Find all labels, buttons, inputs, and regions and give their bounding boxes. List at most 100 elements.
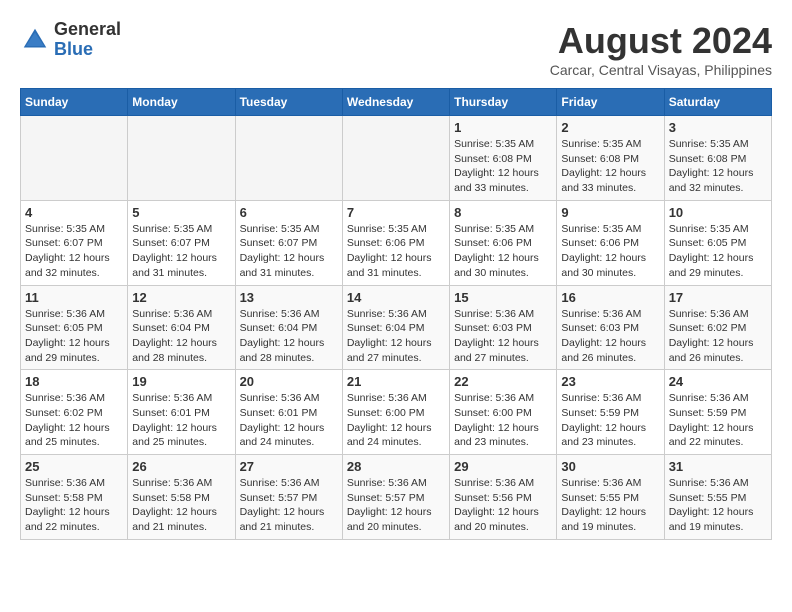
day-number: 16 — [561, 290, 659, 305]
day-info: Sunrise: 5:36 AM Sunset: 6:02 PM Dayligh… — [669, 307, 767, 366]
logo-general-text: General — [54, 20, 121, 40]
calendar-cell: 3 Sunrise: 5:35 AM Sunset: 6:08 PM Daylig… — [664, 116, 771, 201]
calendar-header-sunday: Sunday — [21, 89, 128, 116]
day-info: Sunrise: 5:36 AM Sunset: 6:01 PM Dayligh… — [240, 391, 338, 450]
calendar-cell: 22 Sunrise: 5:36 AM Sunset: 6:00 PM Dayli… — [450, 370, 557, 455]
calendar-cell: 16 Sunrise: 5:36 AM Sunset: 6:03 PM Dayli… — [557, 285, 664, 370]
calendar-cell: 24Sunrise: 5:36 AM Sunset: 5:59 PM Dayli… — [664, 370, 771, 455]
day-number: 6 — [240, 205, 338, 220]
calendar-cell: 21 Sunrise: 5:36 AM Sunset: 6:00 PM Dayli… — [342, 370, 449, 455]
month-title: August 2024 — [550, 20, 772, 62]
calendar-cell: 18 Sunrise: 5:36 AM Sunset: 6:02 PM Dayli… — [21, 370, 128, 455]
calendar-week-row: 11 Sunrise: 5:36 AM Sunset: 6:05 PM Dayli… — [21, 285, 772, 370]
day-info: Sunrise: 5:36 AM Sunset: 6:02 PM Dayligh… — [25, 391, 123, 450]
day-number: 7 — [347, 205, 445, 220]
day-info: Sunrise: 5:36 AM Sunset: 5:57 PM Dayligh… — [347, 476, 445, 535]
day-number: 12 — [132, 290, 230, 305]
day-info: Sunrise: 5:36 AM Sunset: 5:56 PM Dayligh… — [454, 476, 552, 535]
day-number: 31 — [669, 459, 767, 474]
calendar-cell: 2 Sunrise: 5:35 AM Sunset: 6:08 PM Daylig… — [557, 116, 664, 201]
calendar-cell: 14 Sunrise: 5:36 AM Sunset: 6:04 PM Dayli… — [342, 285, 449, 370]
calendar-cell: 10 Sunrise: 5:35 AM Sunset: 6:05 PM Dayli… — [664, 200, 771, 285]
day-info: Sunrise: 5:35 AM Sunset: 6:07 PM Dayligh… — [25, 222, 123, 281]
day-info: Sunrise: 5:35 AM Sunset: 6:06 PM Dayligh… — [454, 222, 552, 281]
day-info: Sunrise: 5:36 AM Sunset: 6:04 PM Dayligh… — [240, 307, 338, 366]
calendar-cell — [21, 116, 128, 201]
day-info: Sunrise: 5:35 AM Sunset: 6:05 PM Dayligh… — [669, 222, 767, 281]
calendar-cell — [235, 116, 342, 201]
day-info: Sunrise: 5:35 AM Sunset: 6:07 PM Dayligh… — [132, 222, 230, 281]
day-number: 9 — [561, 205, 659, 220]
day-info: Sunrise: 5:36 AM Sunset: 6:05 PM Dayligh… — [25, 307, 123, 366]
day-number: 3 — [669, 120, 767, 135]
calendar-week-row: 18 Sunrise: 5:36 AM Sunset: 6:02 PM Dayli… — [21, 370, 772, 455]
calendar-table: SundayMondayTuesdayWednesdayThursdayFrid… — [20, 88, 772, 540]
day-info: Sunrise: 5:36 AM Sunset: 5:58 PM Dayligh… — [132, 476, 230, 535]
calendar-cell: 25Sunrise: 5:36 AM Sunset: 5:58 PM Dayli… — [21, 455, 128, 540]
day-info: Sunrise: 5:36 AM Sunset: 6:00 PM Dayligh… — [454, 391, 552, 450]
day-number: 25 — [25, 459, 123, 474]
day-number: 30 — [561, 459, 659, 474]
logo-icon — [20, 25, 50, 55]
day-number: 5 — [132, 205, 230, 220]
day-info: Sunrise: 5:36 AM Sunset: 5:55 PM Dayligh… — [561, 476, 659, 535]
calendar-header-saturday: Saturday — [664, 89, 771, 116]
calendar-cell: 27Sunrise: 5:36 AM Sunset: 5:57 PM Dayli… — [235, 455, 342, 540]
day-number: 17 — [669, 290, 767, 305]
calendar-cell: 9Sunrise: 5:35 AM Sunset: 6:06 PM Daylig… — [557, 200, 664, 285]
calendar-cell: 7 Sunrise: 5:35 AM Sunset: 6:06 PM Daylig… — [342, 200, 449, 285]
calendar-header-monday: Monday — [128, 89, 235, 116]
calendar-cell: 19 Sunrise: 5:36 AM Sunset: 6:01 PM Dayli… — [128, 370, 235, 455]
calendar-cell: 29 Sunrise: 5:36 AM Sunset: 5:56 PM Dayli… — [450, 455, 557, 540]
calendar-cell: 15Sunrise: 5:36 AM Sunset: 6:03 PM Dayli… — [450, 285, 557, 370]
day-info: Sunrise: 5:35 AM Sunset: 6:08 PM Dayligh… — [561, 137, 659, 196]
calendar-header-tuesday: Tuesday — [235, 89, 342, 116]
day-number: 10 — [669, 205, 767, 220]
calendar-cell: 20Sunrise: 5:36 AM Sunset: 6:01 PM Dayli… — [235, 370, 342, 455]
day-number: 4 — [25, 205, 123, 220]
calendar-cell: 23 Sunrise: 5:36 AM Sunset: 5:59 PM Dayli… — [557, 370, 664, 455]
day-number: 22 — [454, 374, 552, 389]
calendar-cell: 1 Sunrise: 5:35 AM Sunset: 6:08 PM Daylig… — [450, 116, 557, 201]
calendar-cell: 31 Sunrise: 5:36 AM Sunset: 5:55 PM Dayli… — [664, 455, 771, 540]
calendar-week-row: 4 Sunrise: 5:35 AM Sunset: 6:07 PM Daylig… — [21, 200, 772, 285]
day-number: 13 — [240, 290, 338, 305]
day-info: Sunrise: 5:36 AM Sunset: 6:04 PM Dayligh… — [347, 307, 445, 366]
day-number: 18 — [25, 374, 123, 389]
day-number: 2 — [561, 120, 659, 135]
calendar-header-thursday: Thursday — [450, 89, 557, 116]
calendar-cell: 12 Sunrise: 5:36 AM Sunset: 6:04 PM Dayli… — [128, 285, 235, 370]
calendar-header-wednesday: Wednesday — [342, 89, 449, 116]
title-area: August 2024 Carcar, Central Visayas, Phi… — [550, 20, 772, 78]
logo-blue-text: Blue — [54, 40, 121, 60]
day-info: Sunrise: 5:36 AM Sunset: 6:03 PM Dayligh… — [561, 307, 659, 366]
day-info: Sunrise: 5:36 AM Sunset: 5:59 PM Dayligh… — [669, 391, 767, 450]
day-info: Sunrise: 5:35 AM Sunset: 6:07 PM Dayligh… — [240, 222, 338, 281]
day-info: Sunrise: 5:36 AM Sunset: 6:00 PM Dayligh… — [347, 391, 445, 450]
calendar-cell: 28 Sunrise: 5:36 AM Sunset: 5:57 PM Dayli… — [342, 455, 449, 540]
day-info: Sunrise: 5:35 AM Sunset: 6:08 PM Dayligh… — [454, 137, 552, 196]
day-info: Sunrise: 5:36 AM Sunset: 6:01 PM Dayligh… — [132, 391, 230, 450]
calendar-cell: 4 Sunrise: 5:35 AM Sunset: 6:07 PM Daylig… — [21, 200, 128, 285]
day-info: Sunrise: 5:36 AM Sunset: 5:57 PM Dayligh… — [240, 476, 338, 535]
day-number: 28 — [347, 459, 445, 474]
day-number: 11 — [25, 290, 123, 305]
calendar-cell: 11 Sunrise: 5:36 AM Sunset: 6:05 PM Dayli… — [21, 285, 128, 370]
day-number: 1 — [454, 120, 552, 135]
day-number: 14 — [347, 290, 445, 305]
day-number: 8 — [454, 205, 552, 220]
calendar-cell: 30 Sunrise: 5:36 AM Sunset: 5:55 PM Dayli… — [557, 455, 664, 540]
day-info: Sunrise: 5:36 AM Sunset: 5:55 PM Dayligh… — [669, 476, 767, 535]
day-info: Sunrise: 5:35 AM Sunset: 6:08 PM Dayligh… — [669, 137, 767, 196]
day-info: Sunrise: 5:36 AM Sunset: 6:04 PM Dayligh… — [132, 307, 230, 366]
calendar-cell: 17 Sunrise: 5:36 AM Sunset: 6:02 PM Dayli… — [664, 285, 771, 370]
calendar-cell: 8 Sunrise: 5:35 AM Sunset: 6:06 PM Daylig… — [450, 200, 557, 285]
calendar-cell: 26Sunrise: 5:36 AM Sunset: 5:58 PM Dayli… — [128, 455, 235, 540]
day-info: Sunrise: 5:35 AM Sunset: 6:06 PM Dayligh… — [347, 222, 445, 281]
day-number: 19 — [132, 374, 230, 389]
day-number: 21 — [347, 374, 445, 389]
day-number: 23 — [561, 374, 659, 389]
calendar-cell: 13 Sunrise: 5:36 AM Sunset: 6:04 PM Dayli… — [235, 285, 342, 370]
day-info: Sunrise: 5:36 AM Sunset: 5:59 PM Dayligh… — [561, 391, 659, 450]
day-number: 29 — [454, 459, 552, 474]
